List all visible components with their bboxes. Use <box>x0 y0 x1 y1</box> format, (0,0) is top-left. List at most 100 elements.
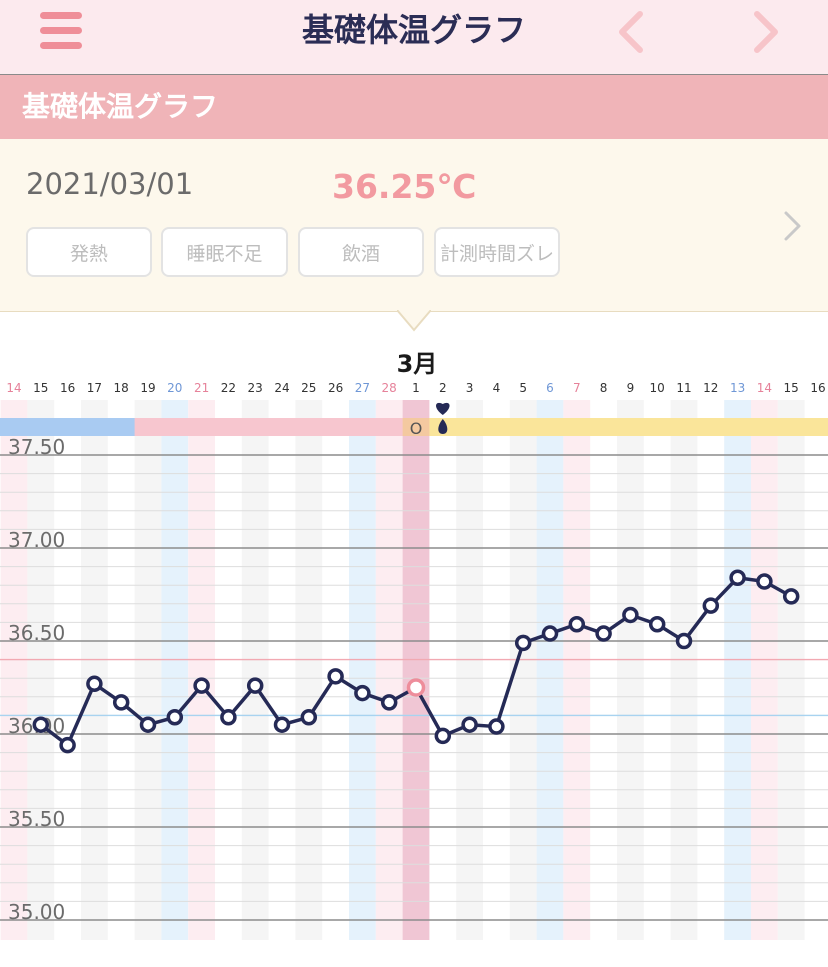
selected-data-point <box>406 678 426 697</box>
data-point <box>193 677 210 694</box>
data-point <box>595 625 612 642</box>
day-label: 9 <box>627 381 635 395</box>
data-point <box>32 716 50 733</box>
data-point <box>354 684 371 702</box>
day-label: 26 <box>328 381 343 395</box>
day-label: 14 <box>6 381 21 395</box>
basal-temperature-chart[interactable]: 37.5037.0036.5036.0035.5035.001415161718… <box>0 330 828 950</box>
day-label: 25 <box>301 381 316 395</box>
data-point <box>514 634 532 652</box>
data-point <box>139 716 157 733</box>
day-label: 19 <box>140 381 155 395</box>
data-point <box>300 709 318 726</box>
y-tick-label: 37.50 <box>8 435 65 459</box>
month-label: 3月 <box>397 350 438 378</box>
data-point <box>434 727 452 745</box>
data-point <box>648 616 666 633</box>
data-point <box>273 716 291 733</box>
data-point <box>166 709 184 726</box>
day-label: 6 <box>546 381 554 395</box>
day-label: 21 <box>194 381 209 395</box>
day-label: 10 <box>650 381 665 395</box>
day-column <box>670 400 698 940</box>
data-point <box>541 625 559 642</box>
data-point <box>702 597 720 614</box>
day-label: 20 <box>167 381 182 395</box>
day-label: 18 <box>114 381 129 395</box>
day-column <box>241 400 269 940</box>
day-label: 1 <box>412 381 420 395</box>
chevron-right-icon[interactable] <box>745 10 785 54</box>
day-label: 2 <box>439 381 447 395</box>
day-column <box>0 400 28 940</box>
data-point <box>729 569 746 587</box>
tag-lack-of-sleep-button[interactable]: 睡眠不足 <box>161 227 288 277</box>
day-column <box>161 400 189 940</box>
day-column <box>536 400 564 940</box>
data-point <box>461 716 478 733</box>
y-tick-label: 35.00 <box>8 900 65 924</box>
data-point <box>622 606 639 624</box>
tag-fever-button[interactable]: 発熱 <box>26 227 152 277</box>
phase-luteal <box>429 418 828 436</box>
day-label: 8 <box>600 381 608 395</box>
data-point <box>488 718 505 735</box>
data-point <box>675 632 693 650</box>
day-column <box>724 400 751 940</box>
day-label: 4 <box>493 381 501 395</box>
heart-icon <box>436 402 450 415</box>
day-label: 17 <box>87 381 102 395</box>
day-label: 24 <box>274 381 289 395</box>
data-point <box>220 709 237 726</box>
page-title: 基礎体温グラフ <box>301 11 526 49</box>
day-label: 3 <box>466 381 474 395</box>
day-column <box>349 400 376 940</box>
record-temperature: 36.25℃ <box>332 167 477 206</box>
data-point <box>112 694 130 711</box>
data-point <box>782 588 800 605</box>
data-point <box>86 675 103 693</box>
day-column <box>777 400 805 940</box>
tag-time-offset-button[interactable]: 計測時間ズレ <box>434 227 560 277</box>
data-point <box>327 668 344 685</box>
day-column <box>81 400 108 940</box>
day-label: 5 <box>519 381 527 395</box>
section-header: 基礎体温グラフ <box>0 75 828 139</box>
day-label: 16 <box>810 381 825 395</box>
phase-follicular <box>134 418 403 436</box>
day-label: 15 <box>33 381 48 395</box>
day-column <box>456 400 483 940</box>
day-label: 16 <box>60 381 75 395</box>
selection-pointer <box>397 310 431 332</box>
day-label: 22 <box>221 381 236 395</box>
chevron-left-icon[interactable] <box>612 10 652 54</box>
day-column <box>375 400 403 940</box>
data-point <box>59 736 76 754</box>
chevron-right-icon[interactable] <box>778 209 806 243</box>
day-column <box>188 400 215 940</box>
y-tick-label: 35.50 <box>8 807 65 831</box>
record-date: 2021/03/01 <box>26 167 194 201</box>
day-label: 27 <box>355 381 370 395</box>
day-label: 13 <box>730 381 745 395</box>
day-label: 14 <box>757 381 772 395</box>
nav-bar: 基礎体温グラフ <box>0 0 828 75</box>
day-column <box>751 400 778 940</box>
day-label: 28 <box>382 381 397 395</box>
day-label: 12 <box>703 381 718 395</box>
y-tick-label: 37.00 <box>8 528 65 552</box>
day-label: 11 <box>676 381 691 395</box>
day-column <box>134 400 162 940</box>
day-label: 7 <box>573 381 581 395</box>
y-tick-label: 36.50 <box>8 621 65 645</box>
day-label: 15 <box>784 381 799 395</box>
data-point <box>246 677 264 694</box>
record-panel[interactable]: 2021/03/01 36.25℃ 発熱 睡眠不足 飲酒 計測時間ズレ <box>0 139 828 312</box>
day-column <box>563 400 591 940</box>
day-column <box>295 400 323 940</box>
phase-menstruation <box>0 418 136 436</box>
day-column <box>402 400 430 940</box>
tag-drinking-button[interactable]: 飲酒 <box>298 227 424 277</box>
data-point <box>380 694 398 711</box>
data-point <box>568 616 586 633</box>
